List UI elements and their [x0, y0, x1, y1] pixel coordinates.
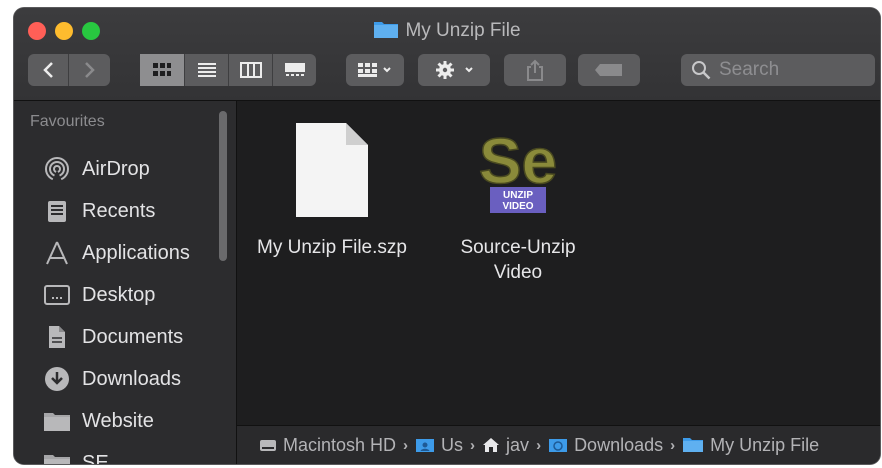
grid-icon [153, 63, 171, 76]
sidebar-scrollbar[interactable] [219, 111, 227, 261]
list-view-button[interactable] [184, 54, 228, 86]
finder-window: My Unzip File Search Favourites AirDrop … [14, 8, 880, 464]
applications-icon [42, 238, 72, 268]
logo-text: Se [479, 125, 557, 197]
logo-badge-line2: VIDEO [502, 201, 533, 212]
sidebar: Favourites AirDrop Recents Applications … [14, 101, 237, 464]
tag-icon [595, 64, 622, 76]
airdrop-icon [42, 154, 72, 184]
path-crumb[interactable]: Macintosh HD [259, 435, 396, 456]
gear-icon [436, 61, 473, 79]
chevron-right-icon: › [536, 436, 542, 454]
chevron-left-icon [43, 62, 53, 78]
sidebar-item-label: Downloads [82, 367, 181, 390]
title-bar: My Unzip File Search [14, 8, 880, 101]
sidebar-item-label: SE [82, 451, 109, 465]
action-menu-button[interactable] [418, 54, 490, 86]
tags-button[interactable] [578, 54, 640, 86]
sidebar-item-label: AirDrop [82, 157, 150, 180]
search-placeholder: Search [719, 59, 780, 80]
list-icon [197, 63, 216, 77]
group-grid-icon [358, 63, 391, 77]
back-button[interactable] [28, 54, 68, 86]
sidebar-item-recents[interactable]: Recents [42, 195, 155, 227]
logo-badge-line1: UNZIP [503, 190, 533, 201]
file-item[interactable]: My Unzip File.szp [247, 121, 417, 260]
sidebar-item-label: Desktop [82, 283, 156, 306]
share-button[interactable] [504, 54, 566, 86]
sidebar-item-applications[interactable]: Applications [42, 237, 190, 269]
path-bar: Macintosh HD › Us › jav › Downloads › My… [237, 425, 880, 464]
downloads-icon [42, 364, 72, 394]
user-folder-icon [415, 437, 435, 453]
path-crumb-label: Us [441, 434, 464, 455]
path-crumb[interactable]: Us [415, 435, 463, 456]
path-crumb[interactable]: jav [482, 435, 529, 456]
column-view-button[interactable] [228, 54, 272, 86]
path-crumb-label: Macintosh HD [283, 434, 397, 455]
file-name-line1: Source-Unzip [460, 237, 576, 258]
sidebar-item-label: Applications [82, 241, 190, 264]
document-icon [247, 121, 417, 221]
navigation-buttons [28, 54, 110, 86]
sidebar-item-label: Documents [82, 325, 184, 348]
downloads-folder-icon [548, 437, 568, 453]
chevron-right-icon [84, 62, 95, 78]
gallery-view-button[interactable] [272, 54, 316, 86]
columns-icon [239, 62, 262, 78]
forward-button[interactable] [68, 54, 110, 86]
icon-view-button[interactable] [140, 54, 184, 86]
share-icon [527, 59, 543, 81]
group-by-button[interactable] [346, 54, 404, 86]
file-name: My Unzip File.szp [257, 237, 407, 258]
file-browser-content: My Unzip File.szp Se UNZIP VIDEO Source-… [237, 101, 880, 426]
window-title-text: My Unzip File [405, 20, 521, 41]
recents-icon [42, 196, 72, 226]
sidebar-item-airdrop[interactable]: AirDrop [42, 153, 150, 185]
sidebar-item-website[interactable]: Website [42, 405, 154, 437]
gallery-icon [284, 63, 305, 76]
sidebar-item-label: Website [82, 409, 154, 432]
path-crumb-label: My Unzip File [710, 434, 820, 455]
app-icon: Se UNZIP VIDEO [433, 121, 603, 221]
path-crumb[interactable]: Downloads [548, 435, 663, 456]
folder-icon [373, 19, 399, 46]
folder-icon [42, 448, 72, 464]
path-crumb-label: jav [506, 434, 530, 455]
window-title: My Unzip File [14, 19, 880, 43]
search-field[interactable]: Search [681, 54, 875, 86]
view-mode-control [140, 54, 316, 86]
path-crumb[interactable]: My Unzip File [682, 435, 819, 456]
file-name-line2: Video [493, 262, 543, 283]
sidebar-heading-favourites: Favourites [30, 113, 105, 130]
chevron-right-icon: › [403, 436, 409, 454]
hard-drive-icon [259, 436, 277, 454]
chevron-right-icon: › [470, 436, 476, 454]
folder-icon [682, 437, 704, 453]
sidebar-item-se[interactable]: SE [42, 447, 109, 464]
sidebar-item-desktop[interactable]: Desktop [42, 279, 155, 311]
folder-icon [42, 406, 72, 436]
chevron-right-icon: › [670, 436, 676, 454]
path-crumb-label: Downloads [574, 434, 664, 455]
sidebar-item-downloads[interactable]: Downloads [42, 363, 181, 395]
home-icon [482, 437, 500, 453]
file-item[interactable]: Se UNZIP VIDEO Source-Unzip Video [433, 121, 603, 285]
documents-icon [42, 322, 72, 352]
search-icon [692, 61, 711, 80]
desktop-icon [42, 280, 72, 310]
sidebar-item-label: Recents [82, 199, 156, 222]
sidebar-item-documents[interactable]: Documents [42, 321, 183, 353]
